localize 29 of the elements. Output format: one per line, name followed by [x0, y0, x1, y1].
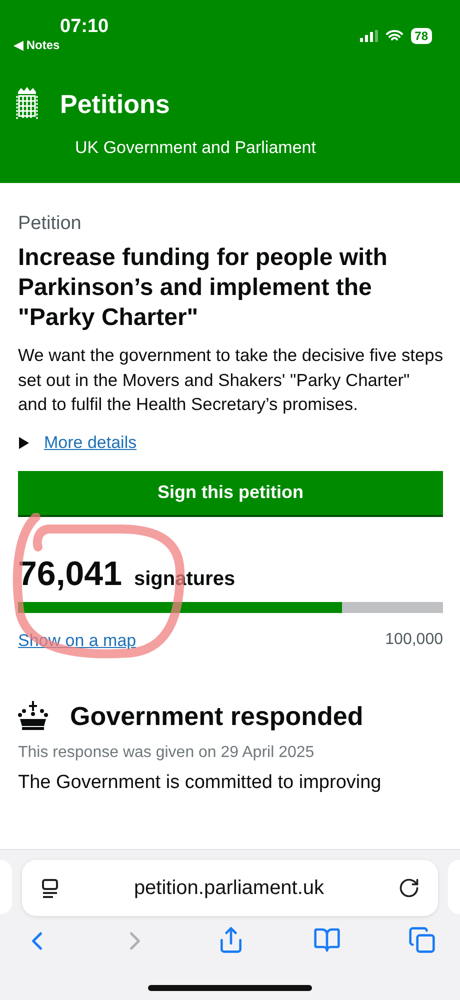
response-text: The Government is committed to improving	[18, 772, 382, 794]
site-subtitle: UK Government and Parliament	[75, 138, 317, 158]
disclosure-triangle-icon[interactable]	[18, 436, 30, 448]
signature-count: 76,041	[18, 554, 122, 594]
show-on-map-link[interactable]: Show on a map	[18, 630, 136, 650]
signal-icon	[360, 30, 378, 42]
signature-target: 100,000	[385, 630, 443, 650]
signatures-label: signatures	[134, 568, 236, 590]
battery-level: 78	[410, 28, 432, 44]
reader-icon	[40, 878, 60, 898]
crown-icon	[18, 701, 48, 731]
status-time: 07:10	[60, 16, 109, 38]
petition-title: Increase funding for people with Parkinson’s and implement the "Parky Charter"	[18, 243, 388, 333]
sign-petition-button[interactable]: Sign this petition	[18, 470, 443, 516]
tabs-icon	[408, 926, 436, 954]
tabs-button[interactable]	[408, 926, 436, 956]
more-details-link[interactable]: More details	[44, 432, 137, 452]
url-text: petition.parliament.uk	[134, 876, 324, 900]
response-heading: Government responded	[70, 700, 364, 732]
site-title[interactable]: Petitions	[60, 88, 170, 120]
reload-icon[interactable]	[398, 877, 420, 899]
wifi-icon	[386, 30, 403, 42]
petition-label: Petition	[18, 213, 82, 235]
address-bar[interactable]: petition.parliament.uk	[22, 860, 438, 916]
portcullis-icon	[16, 86, 38, 122]
petition-description: We want the government to take the decisive five steps set out in the Movers and Shakers' "Parky Charter" and to fulfil the Health Secretary’s promises.	[18, 344, 443, 416]
response-date: This response was given on 29 April 2025	[18, 744, 316, 762]
back-to-app-link[interactable]: ◀ Notes	[14, 38, 60, 52]
book-icon	[312, 926, 340, 954]
